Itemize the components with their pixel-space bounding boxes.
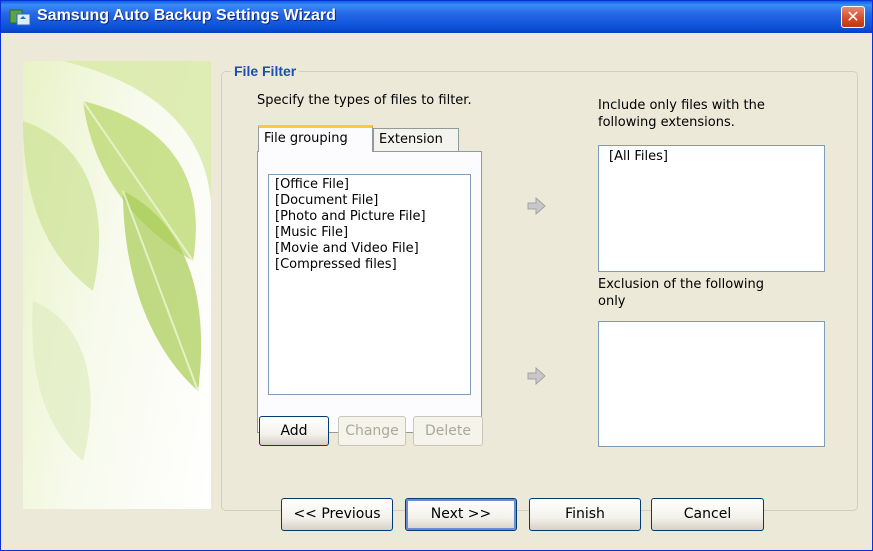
wizard-body: File Filter Specify the types of files t… — [5, 33, 868, 547]
cancel-button[interactable]: Cancel — [651, 498, 764, 531]
title-bar[interactable]: Samsung Auto Backup Settings Wizard ✕ — [1, 1, 872, 33]
exclude-label-line1: Exclusion of the following — [598, 277, 764, 292]
list-item[interactable]: [Photo and Picture File] — [269, 209, 470, 225]
tab-file-grouping[interactable]: File grouping — [258, 125, 373, 152]
filter-instruction: Specify the types of files to filter. — [257, 93, 472, 108]
close-button[interactable]: ✕ — [841, 6, 865, 28]
tab-extension[interactable]: Extension — [373, 128, 459, 152]
file-filter-title: File Filter — [231, 63, 300, 79]
previous-button[interactable]: << Previous — [281, 498, 393, 531]
exclude-label-line2: only — [598, 294, 626, 309]
include-label-line1: Include only files with the — [598, 98, 765, 113]
list-item[interactable]: [Document File] — [269, 193, 470, 209]
window-title: Samsung Auto Backup Settings Wizard — [37, 7, 336, 24]
exclude-list[interactable] — [598, 321, 825, 447]
list-item[interactable]: [Movie and Video File] — [269, 241, 470, 257]
list-item[interactable]: [Music File] — [269, 225, 470, 241]
wizard-window: Samsung Auto Backup Settings Wizard ✕ Fi… — [0, 0, 873, 551]
list-item[interactable]: [Compressed files] — [269, 257, 470, 273]
backup-app-icon — [9, 9, 31, 26]
delete-button[interactable]: Delete — [413, 416, 483, 446]
add-button[interactable]: Add — [259, 416, 329, 446]
leaf-illustration — [23, 61, 211, 461]
change-button[interactable]: Change — [338, 416, 406, 446]
list-item[interactable]: [Office File] — [269, 177, 470, 193]
list-item[interactable]: [All Files] — [599, 149, 824, 165]
include-label-line2: following extensions. — [598, 115, 735, 130]
next-button[interactable]: Next >> — [405, 498, 517, 531]
add-exclude-arrow-icon[interactable] — [525, 365, 547, 387]
file-group-list[interactable]: [Office File] [Document File] [Photo and… — [268, 174, 471, 395]
add-include-arrow-icon[interactable] — [525, 195, 547, 217]
include-list[interactable]: [All Files] — [598, 145, 825, 272]
finish-button[interactable]: Finish — [529, 498, 641, 531]
close-icon: ✕ — [846, 7, 860, 26]
decorative-leaf-image — [23, 61, 211, 509]
